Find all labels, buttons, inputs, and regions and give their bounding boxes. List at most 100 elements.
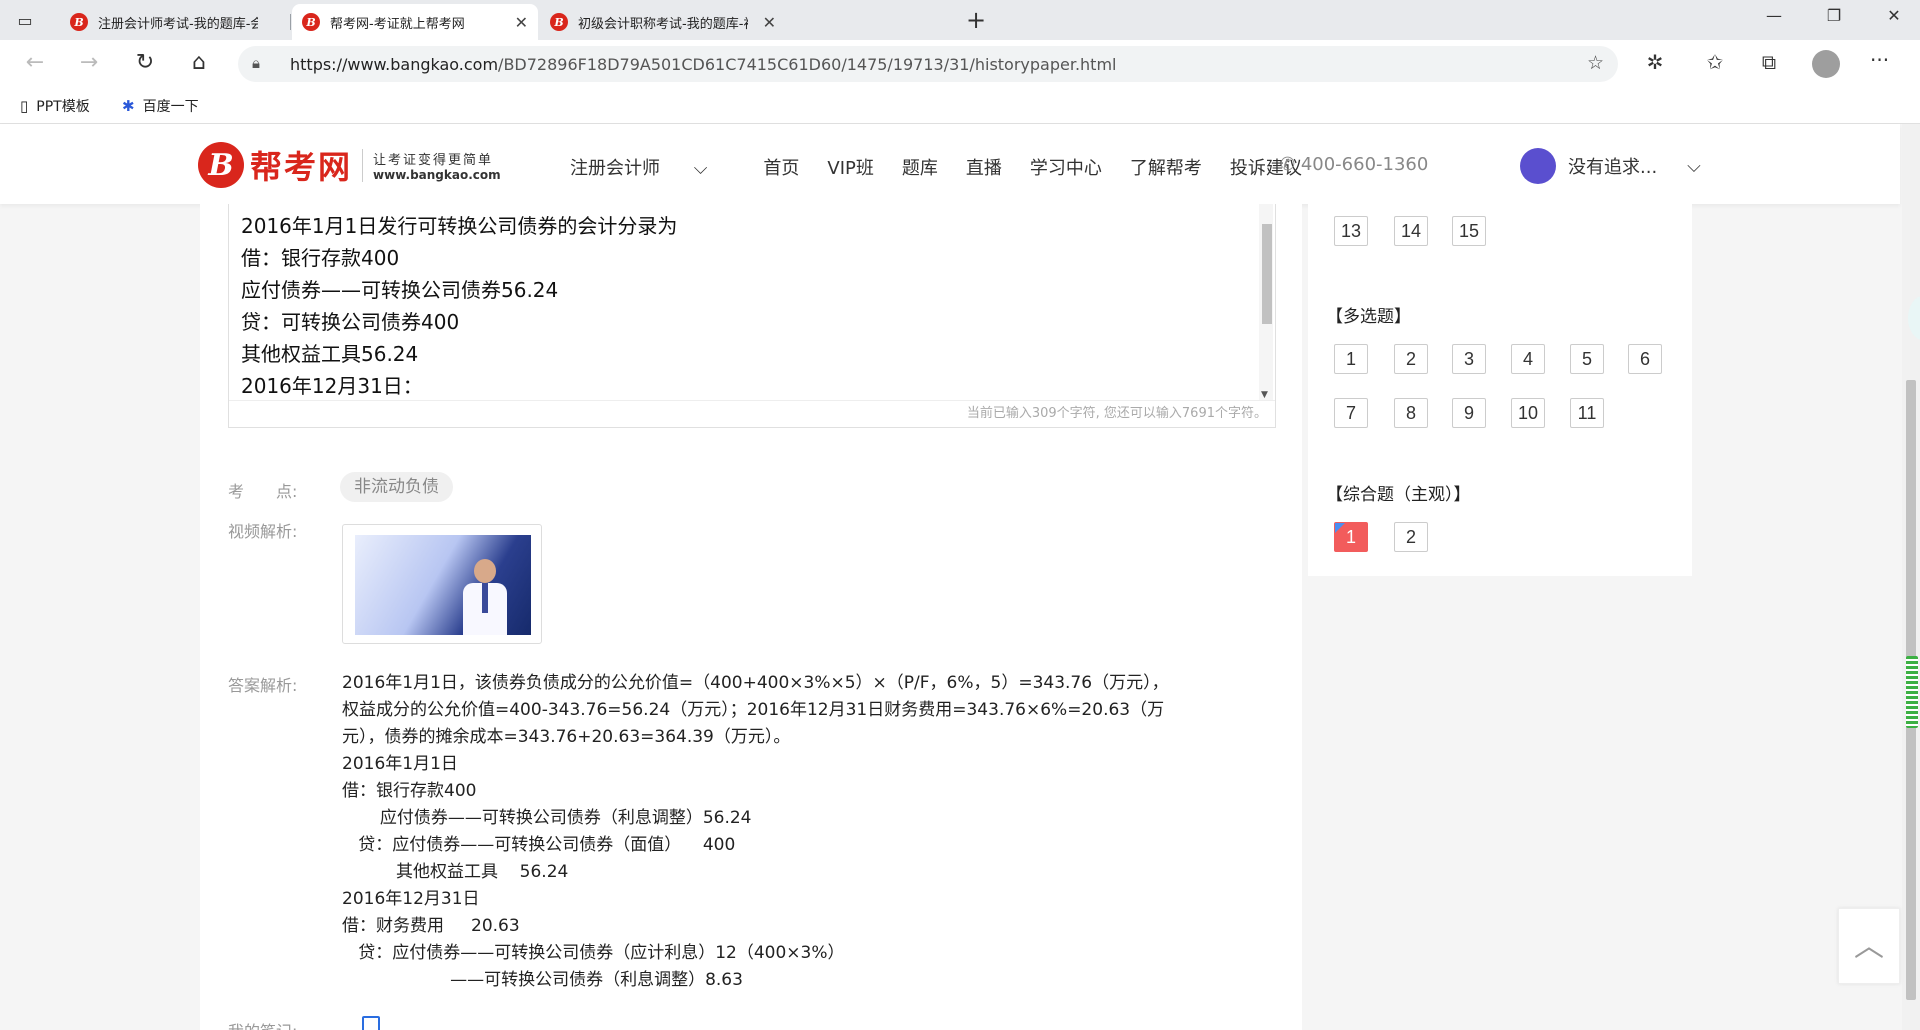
question-number-button[interactable]: 11 [1570,398,1604,428]
nav-label: 注册会计师 [570,158,660,179]
tab-cpa[interactable]: B 注册会计师考试-我的题库-会计- [60,4,290,40]
analysis-line: 应付债券——可转换公司债券（利息调整）56.24 [342,808,752,828]
site-header: B 帮考网 让考证变得更简单 www.bangkao.com 注册会计师 ⌵ 首… [0,124,1900,204]
close-tab-icon[interactable]: ✕ [515,13,528,32]
nav-vip[interactable]: VIP班 [827,154,873,180]
extensions-icon[interactable]: ✲ [1640,50,1670,74]
tab-junior-accounting[interactable]: B 初级会计职称考试-我的题库-初级 ✕ [540,4,786,40]
logo-tagline: 让考证变得更简单 www.bangkao.com [362,148,501,182]
back-to-top-button[interactable]: ︿ [1838,908,1900,984]
answer-analysis-label: 答案解析: [228,676,298,695]
favorites-icon[interactable]: ✩ [1700,50,1730,74]
analysis-line: 贷：应付债券——可转换公司债券（面值） 400 [342,835,736,855]
avatar [1520,148,1556,184]
chevron-down-icon: ⌵ [1687,155,1701,177]
analysis-line: ——可转换公司债券（利息调整）8.63 [342,970,743,990]
comprehensive-title: 【综合题（主观）】 [1326,485,1471,505]
edit-note-icon[interactable] [362,1016,380,1030]
more-menu-icon[interactable]: ··· [1870,48,1889,72]
home-icon[interactable]: ⌂ [184,50,214,75]
logo-mark-icon: B [198,142,244,188]
question-number-button[interactable]: 2 [1394,522,1428,552]
knowledge-point-label: 考 点: [228,482,298,501]
video-thumbnail[interactable] [342,524,542,644]
editor-line: 其他权益工具56.24 [241,342,419,366]
back-arrow-icon[interactable]: ← [20,50,50,75]
logo-name: 帮考网 [250,148,353,186]
browser-toolbar: ← → ↻ ⌂ 🔒︎ https://www.bangkao.com/BD728… [0,40,1920,88]
question-number-button[interactable]: 9 [1452,398,1486,428]
question-number-button[interactable]: 14 [1394,216,1428,246]
url-text[interactable]: https://www.bangkao.com/BD72896F18D79A50… [290,55,1116,74]
scroll-indicator [1906,656,1918,728]
nav-cpa[interactable]: 注册会计师 ⌵ [570,154,735,180]
close-window-icon[interactable]: ✕ [1874,6,1914,25]
scroll-down-arrow-icon[interactable]: ▼ [1261,390,1268,400]
nav-home[interactable]: 首页 [763,154,799,180]
bookmark-label: PPT模板 [36,99,90,115]
question-number-button[interactable]: 15 [1452,216,1486,246]
new-tab-icon[interactable]: + [966,6,986,34]
question-number-button[interactable]: 8 [1394,398,1428,428]
tab-bar: ▭ B 注册会计师考试-我的题库-会计- B 帮考网-考证就上帮考网 ✕ B 初… [0,0,1920,40]
nav-about[interactable]: 了解帮考 [1130,154,1202,180]
page-scrollbar[interactable] [1902,124,1920,1030]
question-number-button[interactable]: 1 [1334,344,1368,374]
analysis-line: 2016年1月1日 [342,754,458,774]
editor-line: 2016年12月31日： [241,374,423,398]
answer-editor[interactable]: 2016年1月1日发行可转换公司债券的会计分录为 借：银行存款400 应付债券—… [228,204,1276,428]
phone-text: 400-660-1360 [1300,154,1429,175]
tab-title: 初级会计职称考试-我的题库-初级 [578,16,748,32]
tab-bangkao[interactable]: B 帮考网-考证就上帮考网 ✕ [292,4,538,40]
question-number-button[interactable]: 7 [1334,398,1368,428]
site-logo[interactable]: B 帮考网 让考证变得更简单 www.bangkao.com [198,142,501,188]
forward-arrow-icon[interactable]: → [74,50,104,75]
refresh-icon[interactable]: ↻ [130,50,160,75]
username: 没有追求... [1568,157,1658,178]
editor-scrollbar-thumb[interactable] [1262,224,1272,324]
nav-question-bank[interactable]: 题库 [902,154,938,180]
editor-line: 贷：可转换公司债券400 [241,310,460,334]
bookmark-baidu[interactable]: ✱ 百度一下 [122,96,199,116]
knowledge-point-tag[interactable]: 非流动负债 [340,472,453,502]
question-number-button[interactable]: 2 [1394,344,1428,374]
presenter-figure [463,559,507,635]
address-bar[interactable]: 🔒︎ https://www.bangkao.com/BD72896F18D79… [238,46,1618,82]
question-number-button[interactable]: 3 [1452,344,1486,374]
analysis-line: 2016年12月31日 [342,889,480,909]
collections-icon[interactable]: ⧉ [1754,50,1784,74]
restore-icon[interactable]: ❐ [1814,6,1854,25]
video-analysis-label: 视频解析: [228,522,298,541]
close-tab-icon[interactable]: ✕ [763,13,776,32]
question-number-button[interactable]: 4 [1511,344,1545,374]
question-number-button[interactable]: 5 [1570,344,1604,374]
analysis-line: 贷：应付债券——可转换公司债券（应计利息）12（400×3%） [342,943,845,963]
bookmark-ppt[interactable]: ▯ PPT模板 [20,96,90,116]
question-number-button[interactable]: 13 [1334,216,1368,246]
editor-content[interactable]: 2016年1月1日发行可转换公司债券的会计分录为 借：银行存款400 应付债券—… [241,210,677,402]
analysis-paragraph: 2016年1月1日，该债券负债成分的公允价值=（400+400×3%×5）×（P… [342,673,1169,747]
editor-line: 借：银行存款400 [241,246,400,270]
bangkao-favicon-icon: B [302,13,320,31]
tab-actions-icon[interactable]: ▭ [14,9,36,31]
tagline-text: 让考证变得更简单 [373,152,494,168]
question-number-button[interactable]: 10 [1511,398,1545,428]
bookmark-label: 百度一下 [142,99,199,115]
nav-live[interactable]: 直播 [966,154,1002,180]
answer-sheet: 13 14 15 【多选题】 1 2 3 4 5 6 7 8 9 10 11 【… [1308,204,1692,576]
add-favorite-icon[interactable]: ☆ [1587,52,1604,74]
bangkao-favicon-icon: B [550,13,568,31]
question-number-button-current[interactable]: 1 [1334,522,1368,552]
tagline-domain: www.bangkao.com [373,167,501,182]
editor-scrollbar[interactable]: ▼ [1259,204,1273,400]
profile-avatar[interactable] [1812,50,1840,78]
tab-title: 注册会计师考试-我的题库-会计- [98,16,258,32]
tab-separator [290,14,291,30]
user-menu[interactable]: 没有追求... ⌵ [1520,148,1701,184]
lock-icon: 🔒︎ [252,54,260,72]
nav-learning-center[interactable]: 学习中心 [1030,154,1102,180]
question-panel: 2016年1月1日发行可转换公司债券的会计分录为 借：银行存款400 应付债券—… [200,204,1302,1030]
question-number-button[interactable]: 6 [1628,344,1662,374]
minimize-icon[interactable]: — [1754,6,1794,25]
video-preview-image [355,535,531,635]
